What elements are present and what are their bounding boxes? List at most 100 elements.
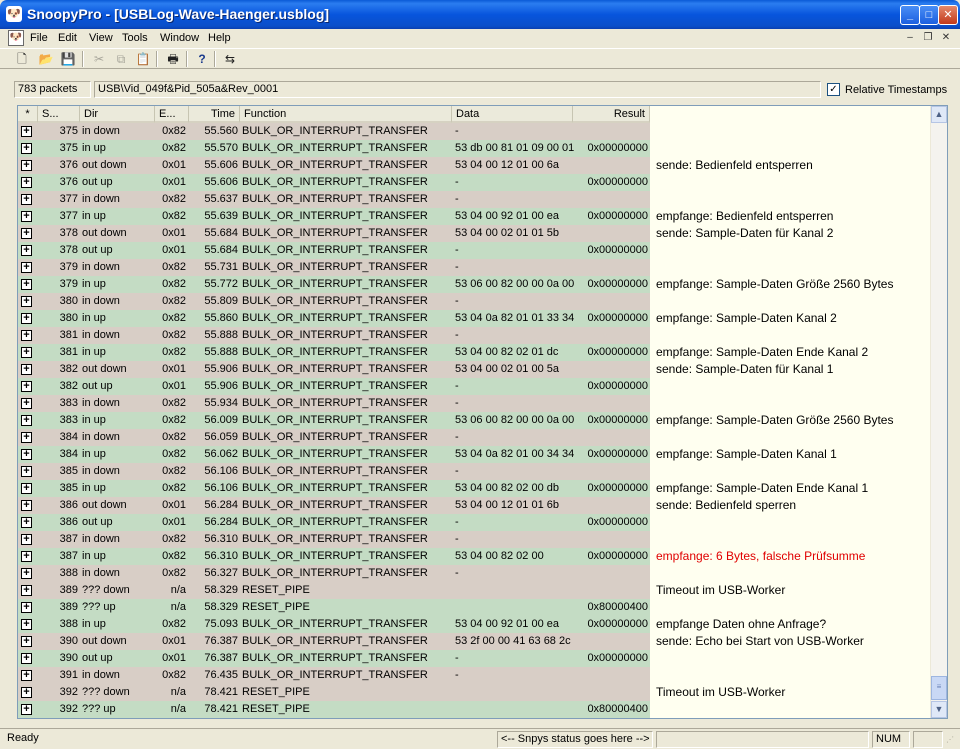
- table-row[interactable]: +384 in down 0x82 56.059 BULK_OR_INTERRUPT_T…: [18, 429, 932, 446]
- expand-icon[interactable]: +: [21, 313, 32, 324]
- snoopy-icon[interactable]: 🐶: [6, 6, 22, 22]
- expand-icon[interactable]: +: [21, 347, 32, 358]
- resize-grip-icon[interactable]: ⋰: [946, 735, 958, 747]
- table-row[interactable]: +391 in down 0x82 76.435 BULK_OR_INTERRUPT_T…: [18, 667, 932, 684]
- table-row[interactable]: +383 in down 0x82 55.934 BULK_OR_INTERRUPT_T…: [18, 395, 932, 412]
- expand-icon[interactable]: +: [21, 262, 32, 273]
- table-row[interactable]: +376 out down 0x01 55.606 BULK_OR_INTERRUPT_…: [18, 157, 932, 174]
- col-function[interactable]: Function: [240, 106, 452, 123]
- document-icon[interactable]: 🐶: [8, 30, 24, 46]
- expand-icon[interactable]: +: [21, 194, 32, 205]
- expand-icon[interactable]: +: [21, 126, 32, 137]
- col-endpoint[interactable]: E...: [155, 106, 189, 123]
- table-row[interactable]: +375 in up 0x82 55.570 BULK_OR_INTERRUPT_TRA…: [18, 140, 932, 157]
- expand-icon[interactable]: +: [21, 704, 32, 715]
- table-row[interactable]: +378 out down 0x01 55.684 BULK_OR_INTERRUPT_…: [18, 225, 932, 242]
- table-row[interactable]: +380 in down 0x82 55.809 BULK_OR_INTERRUPT_T…: [18, 293, 932, 310]
- table-row[interactable]: +377 in down 0x82 55.637 BULK_OR_INTERRUPT_T…: [18, 191, 932, 208]
- table-row[interactable]: +386 out down 0x01 56.284 BULK_OR_INTERRUPT_…: [18, 497, 932, 514]
- table-row[interactable]: +389 ??? up n/a 58.329 RESET_PIPE 0x80000400: [18, 599, 932, 616]
- menu-file[interactable]: File: [30, 32, 48, 44]
- table-row[interactable]: +379 in up 0x82 55.772 BULK_OR_INTERRUPT_TRA…: [18, 276, 932, 293]
- expand-icon[interactable]: +: [21, 568, 32, 579]
- table-row[interactable]: +375 in down 0x82 55.560 BULK_OR_INTERRUPT_T…: [18, 123, 932, 140]
- table-row[interactable]: +379 in down 0x82 55.731 BULK_OR_INTERRUPT_T…: [18, 259, 932, 276]
- relative-timestamps-label[interactable]: Relative Timestamps: [845, 84, 947, 96]
- vertical-scrollbar[interactable]: ▲ ≡ ▼: [930, 106, 947, 718]
- expand-icon[interactable]: +: [21, 296, 32, 307]
- expand-icon[interactable]: +: [21, 415, 32, 426]
- expand-icon[interactable]: +: [21, 670, 32, 681]
- expand-icon[interactable]: +: [21, 330, 32, 341]
- help-icon[interactable]: ?: [192, 50, 212, 68]
- expand-icon[interactable]: +: [21, 534, 32, 545]
- expand-icon[interactable]: +: [21, 551, 32, 562]
- col-expand[interactable]: *: [18, 106, 38, 123]
- menu-window[interactable]: Window: [160, 32, 199, 44]
- table-row[interactable]: +390 out down 0x01 76.387 BULK_OR_INTERRUPT_…: [18, 633, 932, 650]
- menu-help[interactable]: Help: [208, 32, 231, 44]
- mdi-close-icon[interactable]: ✕: [938, 31, 954, 45]
- table-row[interactable]: +383 in up 0x82 56.009 BULK_OR_INTERRUPT_TRA…: [18, 412, 932, 429]
- table-row[interactable]: +392 ??? down n/a 78.421 RESET_PIPE Timeout i…: [18, 684, 932, 701]
- expand-icon[interactable]: +: [21, 449, 32, 460]
- menu-edit[interactable]: Edit: [58, 32, 77, 44]
- expand-icon[interactable]: +: [21, 466, 32, 477]
- table-row[interactable]: +385 in down 0x82 56.106 BULK_OR_INTERRUPT_T…: [18, 463, 932, 480]
- table-row[interactable]: +388 in down 0x82 56.327 BULK_OR_INTERRUPT_T…: [18, 565, 932, 582]
- expand-icon[interactable]: +: [21, 585, 32, 596]
- expand-icon[interactable]: +: [21, 653, 32, 664]
- title-bar[interactable]: 🐶 SnoopyPro - [USBLog-Wave-Haenger.usblo…: [0, 0, 960, 29]
- scroll-down-icon[interactable]: ▼: [931, 701, 947, 718]
- menu-tools[interactable]: Tools: [122, 32, 148, 44]
- table-row[interactable]: +384 in up 0x82 56.062 BULK_OR_INTERRUPT_TRA…: [18, 446, 932, 463]
- new-icon[interactable]: 🗋: [12, 50, 32, 68]
- expand-icon[interactable]: +: [21, 143, 32, 154]
- table-row[interactable]: +389 ??? down n/a 58.329 RESET_PIPE Timeout i…: [18, 582, 932, 599]
- mdi-restore-icon[interactable]: ❐: [920, 31, 936, 45]
- open-icon[interactable]: 📂: [36, 50, 56, 68]
- maximize-button[interactable]: □: [919, 5, 939, 25]
- col-data[interactable]: Data: [452, 106, 573, 123]
- col-dir[interactable]: Dir: [80, 106, 155, 123]
- expand-icon[interactable]: +: [21, 228, 32, 239]
- scroll-thumb[interactable]: ≡: [931, 676, 947, 700]
- col-seq[interactable]: S...: [38, 106, 80, 123]
- usb-icon[interactable]: ⇆: [220, 50, 240, 68]
- table-row[interactable]: +380 in up 0x82 55.860 BULK_OR_INTERRUPT_TRA…: [18, 310, 932, 327]
- table-row[interactable]: +378 out up 0x01 55.684 BULK_OR_INTERRUPT_TR…: [18, 242, 932, 259]
- expand-icon[interactable]: +: [21, 364, 32, 375]
- expand-icon[interactable]: +: [21, 500, 32, 511]
- expand-icon[interactable]: +: [21, 160, 32, 171]
- save-icon[interactable]: 💾: [58, 50, 78, 68]
- expand-icon[interactable]: +: [21, 432, 32, 443]
- col-result[interactable]: Result: [573, 106, 650, 123]
- expand-icon[interactable]: +: [21, 211, 32, 222]
- scroll-up-icon[interactable]: ▲: [931, 106, 947, 123]
- expand-icon[interactable]: +: [21, 245, 32, 256]
- table-row[interactable]: +390 out up 0x01 76.387 BULK_OR_INTERRUPT_TR…: [18, 650, 932, 667]
- table-row[interactable]: +385 in up 0x82 56.106 BULK_OR_INTERRUPT_TRA…: [18, 480, 932, 497]
- expand-icon[interactable]: +: [21, 398, 32, 409]
- expand-icon[interactable]: +: [21, 177, 32, 188]
- minimize-button[interactable]: _: [900, 5, 920, 25]
- expand-icon[interactable]: +: [21, 687, 32, 698]
- col-time[interactable]: Time: [189, 106, 240, 123]
- expand-icon[interactable]: +: [21, 619, 32, 630]
- table-row[interactable]: +381 in down 0x82 55.888 BULK_OR_INTERRUPT_T…: [18, 327, 932, 344]
- copy-icon[interactable]: ⧉: [111, 50, 131, 68]
- table-row[interactable]: +387 in down 0x82 56.310 BULK_OR_INTERRUPT_T…: [18, 531, 932, 548]
- print-icon[interactable]: 🖶: [163, 50, 183, 68]
- table-row[interactable]: +386 out up 0x01 56.284 BULK_OR_INTERRUPT_TR…: [18, 514, 932, 531]
- expand-icon[interactable]: +: [21, 517, 32, 528]
- paste-icon[interactable]: 📋: [133, 50, 153, 68]
- table-row[interactable]: +382 out up 0x01 55.906 BULK_OR_INTERRUPT_TR…: [18, 378, 932, 395]
- table-row[interactable]: +377 in up 0x82 55.639 BULK_OR_INTERRUPT_TRA…: [18, 208, 932, 225]
- table-row[interactable]: +387 in up 0x82 56.310 BULK_OR_INTERRUPT_TRA…: [18, 548, 932, 565]
- table-row[interactable]: +392 ??? up n/a 78.421 RESET_PIPE 0x80000400: [18, 701, 932, 718]
- menu-view[interactable]: View: [89, 32, 113, 44]
- expand-icon[interactable]: +: [21, 602, 32, 613]
- relative-timestamps-checkbox[interactable]: ✓: [827, 83, 840, 96]
- packet-list[interactable]: * S... Dir E... Time Function Data Resul…: [17, 105, 948, 719]
- table-row[interactable]: +381 in up 0x82 55.888 BULK_OR_INTERRUPT_TRA…: [18, 344, 932, 361]
